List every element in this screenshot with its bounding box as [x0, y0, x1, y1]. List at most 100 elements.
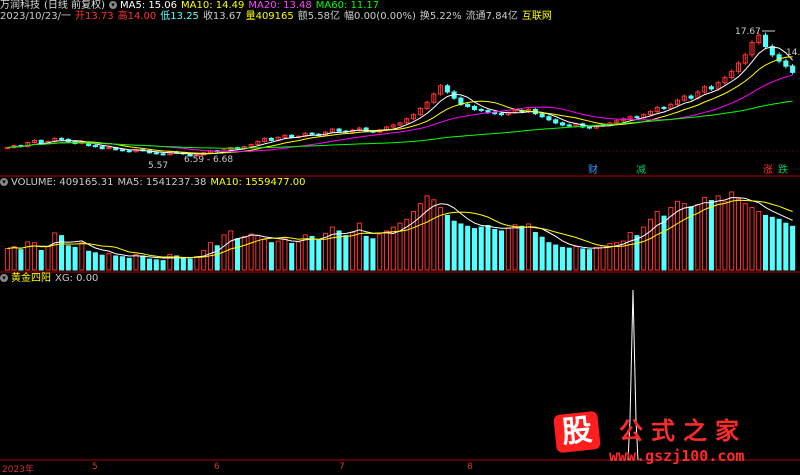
volume-bar	[702, 196, 708, 271]
volume-bar	[31, 242, 37, 271]
volume-bar	[681, 203, 687, 271]
kline-chart[interactable]: 17.67 5.57 6.59 - 6.68 14.1 — 财 减 涨跌	[0, 0, 800, 475]
volume-bar	[79, 242, 85, 271]
volume-bar	[783, 222, 789, 271]
indicator-settings-icon[interactable]: ▾	[0, 274, 8, 282]
candle-body	[160, 153, 166, 156]
volume-bar	[377, 233, 383, 271]
volume-bar	[722, 201, 728, 271]
volume-bar	[478, 226, 484, 271]
candle-body	[539, 113, 545, 118]
volume-bar	[735, 198, 741, 271]
candle-body	[587, 126, 593, 129]
volume-bar	[546, 242, 552, 271]
volume-bar	[160, 260, 166, 271]
candle-body	[553, 119, 559, 124]
candle-body	[492, 112, 498, 115]
volume-bar	[262, 239, 268, 271]
volume-bar	[113, 255, 119, 271]
volume-bar	[92, 252, 98, 271]
volume-bar	[749, 207, 755, 271]
volume-bar	[282, 237, 288, 271]
candle-body	[634, 116, 640, 119]
volume-bar	[492, 228, 498, 271]
volume-bar	[526, 223, 532, 271]
range-price-label: 6.59 - 6.68	[184, 155, 233, 165]
volume-bar	[248, 233, 254, 271]
volume-bar	[4, 248, 10, 271]
volume-bar	[431, 199, 437, 271]
high-price-label: 17.67	[735, 27, 761, 37]
volume-bar	[363, 235, 369, 271]
event-marker-3: 跌	[778, 163, 788, 176]
x-axis-month-6: 6	[214, 462, 220, 472]
volume-bar	[140, 255, 146, 271]
candle-body	[99, 146, 105, 150]
volume-bar	[580, 248, 586, 271]
candle-body	[661, 106, 667, 109]
ma5-line	[7, 46, 793, 155]
volume-bar	[133, 253, 139, 271]
volume-bar	[756, 210, 762, 271]
volume-bar	[72, 246, 78, 271]
volume-bar	[228, 230, 234, 271]
volume-bar	[268, 242, 274, 271]
volume-bar	[289, 242, 295, 271]
volume-bar	[499, 230, 505, 271]
volume-bar	[65, 245, 71, 271]
candle-body	[499, 113, 505, 116]
volume-bar	[11, 246, 17, 271]
volume-bar	[627, 232, 633, 271]
candle-body	[763, 34, 769, 48]
volume-bar	[235, 238, 241, 271]
candle-body	[59, 137, 65, 140]
volume-bar	[417, 203, 423, 271]
candle-body	[119, 149, 125, 152]
volume-bar	[329, 226, 335, 271]
volume-bar	[742, 203, 748, 271]
volume-bar	[458, 223, 464, 271]
x-axis-month-7: 7	[339, 462, 345, 472]
candle-body	[336, 128, 342, 132]
volume-bar	[471, 228, 477, 271]
volume-bar	[411, 210, 417, 271]
volume-bar	[383, 230, 389, 271]
watermark-logo: 股	[553, 410, 601, 454]
volume-bar	[38, 249, 44, 271]
low-price-label: 5.57	[148, 161, 168, 171]
volume-settings-icon[interactable]: ▾	[0, 178, 8, 186]
volume-bar	[559, 246, 565, 271]
volume-bar	[45, 246, 51, 271]
volume-bar	[370, 238, 376, 271]
volume-bar	[86, 250, 92, 271]
volume-value: VOLUME: 409165.31	[11, 177, 114, 188]
volume-bar	[641, 226, 647, 271]
candle-body	[153, 152, 159, 155]
indicator-name[interactable]: 黄金四阳	[11, 273, 51, 284]
candle-body	[126, 150, 132, 153]
volume-bar	[295, 241, 301, 271]
volume-bar	[587, 249, 593, 271]
candle-body	[289, 134, 295, 138]
volume-bar	[316, 239, 322, 271]
candle-body	[471, 105, 477, 110]
volume-bar	[769, 216, 775, 271]
candle-body	[708, 86, 714, 90]
volume-bar	[539, 236, 545, 271]
candle-body	[559, 122, 565, 126]
ma10-line	[7, 56, 793, 154]
volume-bar	[715, 195, 721, 271]
volume-bar	[465, 225, 471, 271]
volume-bar	[187, 258, 193, 271]
event-marker-1: 减	[636, 164, 646, 176]
watermark-title: 公式之家	[619, 417, 747, 445]
candle-body	[566, 124, 572, 127]
right-dash-label: —	[786, 61, 795, 71]
volume-bar	[790, 225, 796, 271]
volume-bar	[201, 249, 207, 271]
volume-bar	[241, 235, 247, 271]
candle-body	[769, 46, 775, 56]
volume-bar	[593, 246, 599, 271]
volume-bar	[350, 232, 356, 271]
volume-bar	[600, 245, 606, 271]
